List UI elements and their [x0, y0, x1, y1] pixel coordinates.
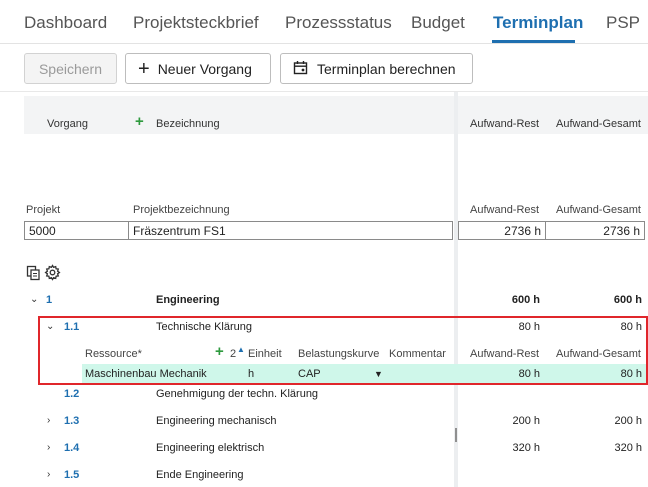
row-code[interactable]: 1.3	[64, 415, 79, 427]
highlight-box	[38, 316, 648, 385]
splitter-handle[interactable]	[455, 428, 457, 442]
row-gesamt: 600 h	[613, 294, 642, 306]
project-gesamt-field[interactable]: 2736 h	[545, 221, 645, 240]
expand-chevron-icon[interactable]: ›	[47, 415, 50, 426]
row-rest: 320 h	[512, 442, 540, 454]
project-rest-label: Aufwand-Rest	[470, 204, 540, 216]
header-aufwand-gesamt[interactable]: Aufwand-Gesamt	[556, 118, 641, 130]
schedule-grid	[0, 92, 648, 487]
row-code[interactable]: 1.2	[64, 388, 79, 400]
calculate-schedule-label: Terminplan berechnen	[317, 60, 456, 77]
project-number-field[interactable]: 5000	[24, 221, 129, 240]
collapse-chevron-icon[interactable]: ⌄	[30, 294, 38, 305]
row-code[interactable]: 1	[46, 294, 52, 306]
project-name-label: Projektbezeichnung	[133, 204, 230, 216]
row-gesamt: 320 h	[614, 442, 642, 454]
tab-bar: Dashboard Projektsteckbrief Prozessstatu…	[0, 0, 648, 44]
header-bezeichnung[interactable]: Bezeichnung	[156, 118, 220, 130]
row-name[interactable]: Engineering elektrisch	[156, 442, 264, 454]
gear-icon[interactable]	[44, 264, 61, 286]
tab-prozessstatus[interactable]: Prozessstatus	[285, 13, 392, 33]
row-code[interactable]: 1.5	[64, 469, 79, 481]
header-aufwand-rest[interactable]: Aufwand-Rest	[470, 118, 539, 130]
row-rest: 200 h	[512, 415, 540, 427]
active-tab-indicator	[492, 40, 575, 43]
expand-chevron-icon[interactable]: ›	[47, 442, 50, 453]
tab-psp[interactable]: PSP	[606, 13, 640, 33]
calculate-schedule-button[interactable]: Terminplan berechnen	[280, 53, 473, 84]
project-rest-field[interactable]: 2736 h	[458, 221, 546, 240]
plus-icon: +	[138, 57, 150, 80]
copy-icon[interactable]	[26, 265, 41, 286]
project-gesamt-label: Aufwand-Gesamt	[556, 204, 641, 216]
row-gesamt: 200 h	[614, 415, 642, 427]
save-button-label: Speichern	[38, 60, 103, 77]
project-label: Projekt	[26, 204, 61, 216]
tab-budget[interactable]: Budget	[411, 13, 465, 33]
header-vorgang[interactable]: Vorgang	[47, 118, 88, 130]
row-name[interactable]: Genehmigung der techn. Klärung	[156, 388, 318, 400]
new-task-label: Neuer Vorgang	[157, 60, 252, 77]
tab-dashboard[interactable]: Dashboard	[24, 13, 107, 33]
tab-projektsteckbrief[interactable]: Projektsteckbrief	[133, 13, 259, 33]
calendar-icon	[293, 60, 308, 78]
row-name[interactable]: Engineering mechanisch	[156, 415, 276, 427]
toolbar: Speichern + Neuer Vorgang Terminplan ber…	[0, 44, 648, 92]
grid-header-band	[24, 96, 648, 134]
project-name-field[interactable]: Fräszentrum FS1	[128, 221, 453, 240]
expand-chevron-icon[interactable]: ›	[47, 469, 50, 480]
row-rest: 600 h	[511, 294, 540, 306]
row-name[interactable]: Engineering	[156, 294, 220, 306]
tab-terminplan[interactable]: Terminplan	[493, 13, 583, 33]
row-name[interactable]: Ende Engineering	[156, 469, 243, 481]
new-task-button[interactable]: + Neuer Vorgang	[125, 53, 271, 84]
save-button[interactable]: Speichern	[24, 53, 117, 84]
plus-icon[interactable]: +	[135, 113, 144, 130]
row-code[interactable]: 1.4	[64, 442, 79, 454]
